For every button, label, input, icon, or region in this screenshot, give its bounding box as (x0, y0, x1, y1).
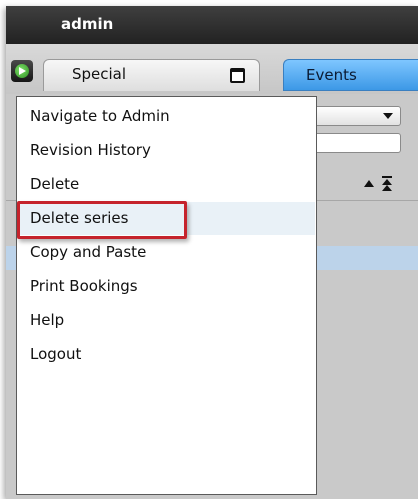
chevron-down-icon (383, 113, 393, 119)
special-tab-label: Special (72, 65, 127, 83)
special-menu-tab[interactable]: Special (43, 59, 260, 91)
menu-item-revision-history[interactable]: Revision History (18, 134, 315, 167)
menu-item-logout[interactable]: Logout (18, 338, 315, 371)
home-button[interactable] (11, 60, 33, 82)
menu-item-copy-and-paste[interactable]: Copy and Paste (18, 236, 315, 269)
sort-controls (364, 176, 404, 192)
green-arrow-icon (15, 64, 29, 78)
menu-item-print-bookings[interactable]: Print Bookings (18, 270, 315, 303)
events-tab-label: Events (306, 66, 357, 84)
highlight-annotation-box (17, 201, 187, 239)
window-toggle-icon[interactable] (230, 68, 245, 83)
window-title: admin (61, 15, 114, 33)
menu-item-delete[interactable]: Delete (18, 168, 315, 201)
special-dropdown-menu: Navigate to Admin Revision History Delet… (16, 96, 317, 495)
title-bar: admin (6, 6, 418, 44)
sort-ascending-icon[interactable] (364, 180, 374, 187)
menu-item-help[interactable]: Help (18, 304, 315, 337)
menu-item-navigate-to-admin[interactable]: Navigate to Admin (18, 100, 315, 133)
tab-events[interactable]: Events (283, 59, 418, 91)
